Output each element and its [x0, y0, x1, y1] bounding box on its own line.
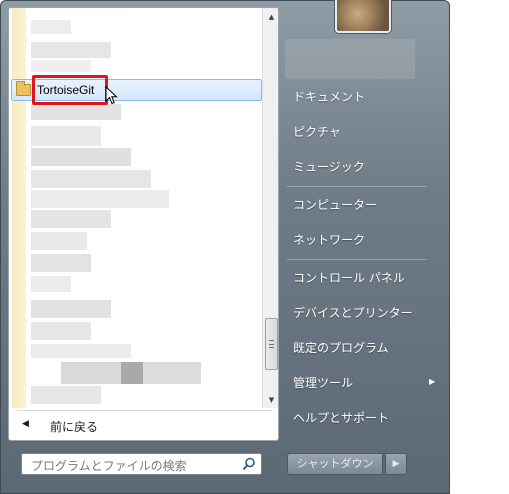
menu-item-default-programs[interactable]: 既定のプログラム	[293, 339, 389, 359]
scroll-down-arrow-icon[interactable]: ▼	[263, 391, 278, 408]
folder-icon	[16, 81, 31, 96]
blurred-item	[121, 362, 143, 384]
mouse-cursor-icon	[105, 86, 118, 105]
search-placeholder: プログラムとファイルの検索	[31, 459, 187, 473]
menu-item-admin-tools[interactable]: 管理ツール	[293, 374, 353, 394]
blurred-item	[31, 300, 111, 318]
menu-item-control-panel[interactable]: コントロール パネル	[293, 269, 405, 289]
blurred-item	[31, 126, 101, 146]
programs-list: TortoiseGit	[9, 8, 262, 408]
program-item-label: TortoiseGit	[37, 83, 95, 97]
menu-item-pictures[interactable]: ピクチャ	[293, 123, 341, 143]
blurred-item	[31, 322, 91, 340]
search-input[interactable]: プログラムとファイルの検索	[21, 453, 262, 475]
submenu-arrow-icon: ▶	[429, 377, 436, 386]
blurred-item	[31, 190, 169, 208]
divider	[17, 410, 272, 411]
right-triangle-icon: ▶	[392, 459, 400, 469]
menu-separator	[287, 259, 427, 260]
grip-icon	[269, 340, 274, 348]
blurred-item	[143, 362, 201, 384]
menu-item-computer[interactable]: コンピューター	[293, 196, 377, 216]
shutdown-button[interactable]: シャットダウン	[287, 453, 383, 475]
program-item-tortoisegit[interactable]: TortoiseGit	[11, 75, 262, 105]
start-menu: TortoiseGit ▲ ▼ ◀ 前に戻る プログラムとファイルの検索 ドキュ…	[0, 0, 450, 494]
blurred-item	[31, 232, 87, 250]
menu-item-devices-printers[interactable]: デバイスとプリンター	[293, 304, 413, 324]
back-button[interactable]: ◀ 前に戻る	[9, 414, 278, 438]
scroll-thumb[interactable]	[265, 318, 278, 370]
search-icon[interactable]	[242, 457, 256, 471]
menu-separator	[287, 186, 427, 187]
scroll-up-arrow-icon[interactable]: ▲	[263, 8, 278, 25]
folder-strip	[12, 8, 26, 408]
blurred-item	[61, 362, 121, 384]
shutdown-options-button[interactable]: ▶	[385, 453, 407, 475]
menu-item-help-support[interactable]: ヘルプとサポート	[293, 409, 389, 429]
blurred-item	[31, 276, 71, 292]
menu-item-music[interactable]: ミュージック	[293, 158, 365, 178]
user-name-blurred[interactable]	[285, 39, 415, 79]
blurred-item	[31, 20, 71, 34]
left-triangle-icon: ◀	[22, 419, 29, 429]
blurred-item	[31, 386, 101, 404]
blurred-item	[31, 60, 91, 72]
blurred-item	[31, 254, 91, 272]
blurred-item	[31, 148, 131, 166]
programs-scrollbar[interactable]: ▲ ▼	[262, 8, 278, 408]
programs-pane: TortoiseGit ▲ ▼ ◀ 前に戻る	[8, 7, 279, 441]
user-avatar[interactable]	[335, 0, 391, 33]
blurred-item	[31, 344, 131, 358]
blurred-item	[31, 42, 111, 58]
menu-item-documents[interactable]: ドキュメント	[293, 88, 365, 108]
blurred-item	[31, 210, 111, 228]
menu-item-network[interactable]: ネットワーク	[293, 231, 365, 251]
blurred-item	[31, 170, 151, 188]
blurred-item	[31, 104, 121, 120]
back-label: 前に戻る	[50, 420, 99, 434]
